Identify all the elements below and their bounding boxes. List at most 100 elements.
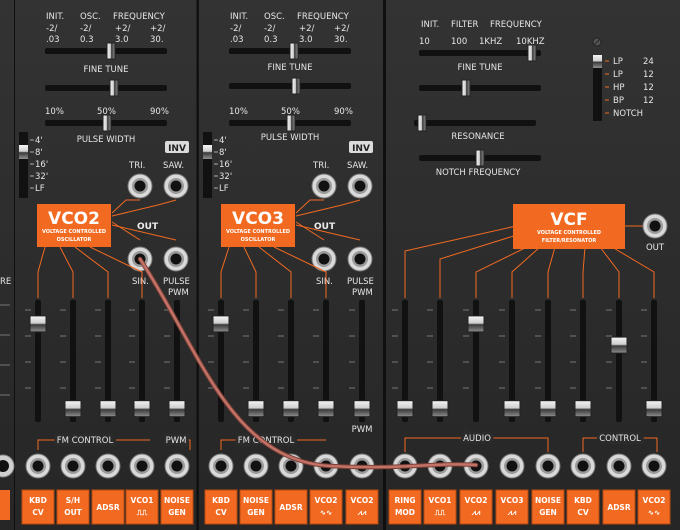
vcf-source-button-3-label: VCO2 [465,496,488,505]
vco3-source-button-4[interactable]: VCO2 ∿∿ [309,489,343,525]
vcf-source-button-8-sublabel: ∿∿ [648,508,661,517]
vco2-octave-8: 8' [35,148,43,158]
vco3-octave-switch[interactable] [203,132,212,198]
vcf-mode-2: LP [613,70,623,80]
vcf-out-jack[interactable] [642,213,668,239]
vcf-source-button-2[interactable]: VCO1 ⎍⎍ [423,489,457,525]
vco2-title: VCO2 [48,209,100,229]
vco3-saw-jack[interactable] [347,173,373,199]
vco2-pulse-width-label: PULSE WIDTH [77,135,136,145]
vco2-tri-label: TRI. [128,161,145,171]
vco2-tri-jack[interactable] [127,173,153,199]
vco2-pw-10: 10% [45,107,64,117]
vco2-sin-label: SIN. [132,277,149,287]
vco2-input-jack-2[interactable] [60,453,86,479]
vcf-mode-switch[interactable] [593,55,602,121]
vco2-source-button-3[interactable]: ADSR [91,489,125,525]
vcf-source-button-3-sublabel: ⩘⩘ [471,508,481,517]
vco3-inv-label: INV [352,144,370,154]
vcf-source-button-1-sublabel: MOD [395,508,415,517]
vco3-pw-10: 10% [229,107,248,117]
vcf-source-button-7[interactable]: ADSR [602,489,636,525]
vco2-pwm-out-label: PWM [168,288,189,298]
vco3-source-button-5-sublabel: ⩘⩘ [357,508,367,517]
vcf-mode-2-slope: 12 [643,70,654,80]
vco2-octave-16: 16' [35,160,48,170]
vco2-subtitle-1: VOLTAGE CONTROLLED [42,229,106,235]
vco3-subtitle-2: OSCILLATOR [241,237,276,243]
vco3-header-osc: OSC. [264,12,285,22]
vco2-input-jack-5[interactable] [164,453,190,479]
vco2-input-jack-1[interactable] [25,453,51,479]
vco3-octave-lf: LF [219,184,229,194]
vco3-header-init: INIT. [230,12,248,22]
vcf-source-button-4-sublabel: ⩘⩘ [507,508,517,517]
vco2-pulse-jack[interactable] [163,246,189,272]
vco3-module-label: VCO3 VOLTAGE CONTROLLED OSCILLATOR [221,204,295,247]
vco2-out-label: OUT [137,222,159,232]
vco3-inv-button[interactable]: INV [349,141,373,154]
vco3-input-jack-2[interactable] [243,453,269,479]
vcf-input-jack-7[interactable] [606,453,632,479]
vco3-title: VCO3 [232,209,284,229]
vco2-source-button-5[interactable]: NOISE GEN [160,489,194,525]
vco2-range-bottom-1: .03 [46,35,60,45]
vcf-source-button-6-sublabel: CV [577,508,589,517]
vco3-octave-32: 32' [219,172,232,182]
vco3-source-button-2[interactable]: NOISE GEN [239,489,273,525]
vco3-pwm-label: PWM [352,425,373,435]
vco3-source-button-2-sublabel: GEN [247,508,265,517]
vco2-range-top-2: -2/ [80,24,91,34]
vco2-octave-32: 32' [35,172,48,182]
vcf-input-jack-5[interactable] [535,453,561,479]
vco2-source-button-2-sublabel: OUT [64,508,82,517]
vco3-pulse-jack[interactable] [347,246,373,272]
vco2-inv-button[interactable]: INV [165,141,189,154]
vco2-input-jack-3[interactable] [95,453,121,479]
vco2-inv-label: INV [168,144,186,154]
vco3-range-top-2: -2/ [264,24,275,34]
vcf-source-button-5[interactable]: NOISE GEN [531,489,565,525]
vcf-source-button-3[interactable]: VCO2 ⩘⩘ [459,489,493,525]
vco2-header-osc: OSC. [80,12,101,22]
vcf-source-button-8[interactable]: VCO2 ∿∿ [637,489,671,525]
vco2-octave-switch[interactable] [19,132,28,198]
vcf-module-label: VCF VOLTAGE CONTROLLED FILTER/RESONATOR [513,204,625,249]
vcf-source-button-7-label: ADSR [607,503,630,512]
vcf-source-button-6[interactable]: KBD CV [566,489,600,525]
vcf-mode-3: HP [613,83,625,93]
vco3-source-button-5[interactable]: VCO2 ⩘⩘ [345,489,379,525]
vco2-source-button-1-sublabel: CV [32,508,44,517]
vco2-header-frequency: FREQUENCY [113,12,166,22]
vcf-control-label: CONTROL [599,434,641,444]
vcf-input-jack-4[interactable] [499,453,525,479]
vco3-source-button-3[interactable]: ADSR [274,489,308,525]
left-edge-panel [0,0,14,530]
vco3-header-frequency: FREQUENCY [297,12,350,22]
vco3-source-button-1[interactable]: KBD CV [204,489,238,525]
vco2-source-button-2[interactable]: S/H OUT [56,489,90,525]
vco3-out-label: OUT [314,222,336,232]
vcf-audio-label: AUDIO [463,434,491,444]
vco3-sin-label: SIN. [316,277,333,287]
vcf-mode-5: NOTCH [613,109,643,119]
vcf-input-jack-8[interactable] [641,453,667,479]
vco2-source-button-1[interactable]: KBD CV [21,489,55,525]
vcf-source-button-4[interactable]: VCO3 ⩘⩘ [495,489,529,525]
vcf-input-jack-6[interactable] [570,453,596,479]
vco3-range-bottom-3: 3.0 [299,35,313,45]
vco2-source-button-4[interactable]: VCO1 ⎍⎍ [125,489,159,525]
vcf-source-button-2-sublabel: ⎍⎍ [435,508,446,517]
vcf-panel [386,0,680,530]
vco3-range-bottom-1: .03 [230,35,244,45]
vco3-tri-jack[interactable] [311,173,337,199]
vco3-pw-90: 90% [334,107,353,117]
vcf-source-button-1[interactable]: RING MOD [388,489,422,525]
vcf-mode-3-slope: 12 [643,83,654,93]
vco2-fine-tune-label: FINE TUNE [84,65,129,75]
vco2-source-button-4-sublabel: ⎍⎍ [137,508,148,517]
vco3-input-jack-1[interactable] [208,453,234,479]
vco2-input-jack-4[interactable] [129,453,155,479]
vco2-saw-jack[interactable] [163,173,189,199]
vco3-pulse-label: PULSE [347,277,374,287]
